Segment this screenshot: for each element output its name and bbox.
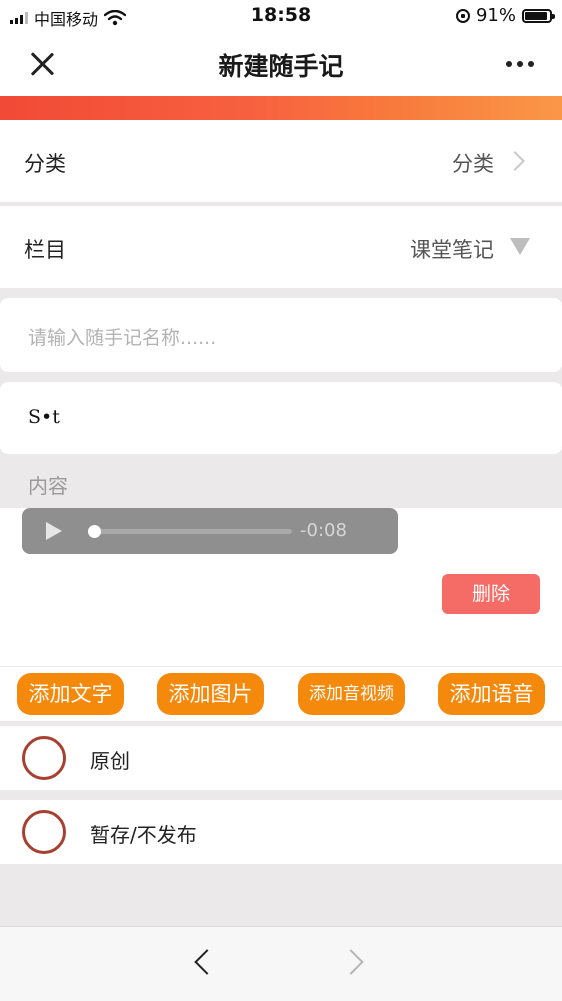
name-input-placeholder: 请输入随手记名称...... — [28, 327, 217, 349]
add-buttons-bar: 添加文字 添加图片 添加音视频 添加语音 — [0, 666, 562, 721]
audio-progress-knob[interactable] — [88, 525, 101, 538]
chevron-right-icon — [505, 151, 525, 171]
content-text: S•t — [28, 406, 60, 428]
draft-option[interactable]: 暂存/不发布 — [0, 800, 562, 864]
battery-icon — [522, 8, 555, 23]
add-voice-button[interactable]: 添加语音 — [438, 673, 545, 715]
category-label: 分类 — [24, 152, 66, 176]
forward-icon — [338, 949, 364, 975]
add-text-button[interactable]: 添加文字 — [17, 673, 124, 715]
browser-toolbar — [0, 926, 562, 1001]
radio-circle-icon[interactable] — [22, 736, 66, 780]
play-icon[interactable] — [46, 522, 62, 540]
header-banner — [0, 96, 562, 120]
back-icon[interactable] — [194, 949, 220, 975]
audio-progress-track[interactable] — [90, 529, 292, 534]
category-value: 分类 — [452, 152, 494, 176]
column-label: 栏目 — [24, 238, 66, 262]
status-right: 91% — [455, 5, 555, 26]
dropdown-triangle-icon — [510, 238, 530, 255]
content-text-field[interactable]: S•t — [0, 382, 562, 454]
radio-circle-icon[interactable] — [22, 810, 66, 854]
delete-button[interactable]: 删除 — [442, 574, 540, 614]
page-title: 新建随手记 — [218, 52, 344, 81]
original-option[interactable]: 原创 — [0, 726, 562, 790]
orientation-lock-icon — [455, 8, 470, 23]
add-image-button[interactable]: 添加图片 — [157, 673, 264, 715]
column-row[interactable]: 栏目 课堂笔记 — [0, 206, 562, 288]
column-value: 课堂笔记 — [410, 238, 494, 262]
status-bar: 中国移动 18:58 91% — [0, 0, 562, 32]
draft-option-label: 暂存/不发布 — [90, 823, 197, 847]
content-label: 内容 — [28, 474, 68, 498]
category-row[interactable]: 分类 分类 — [0, 120, 562, 202]
name-input[interactable]: 请输入随手记名称...... — [0, 298, 562, 372]
battery-percent: 91% — [475, 5, 516, 26]
nav-bar: 新建随手记 — [0, 32, 562, 96]
audio-player[interactable]: -0:08 — [22, 508, 398, 554]
add-media-button[interactable]: 添加音视频 — [298, 673, 405, 715]
more-icon[interactable] — [506, 61, 534, 67]
audio-time-remaining: -0:08 — [300, 520, 347, 541]
original-option-label: 原创 — [90, 749, 130, 773]
